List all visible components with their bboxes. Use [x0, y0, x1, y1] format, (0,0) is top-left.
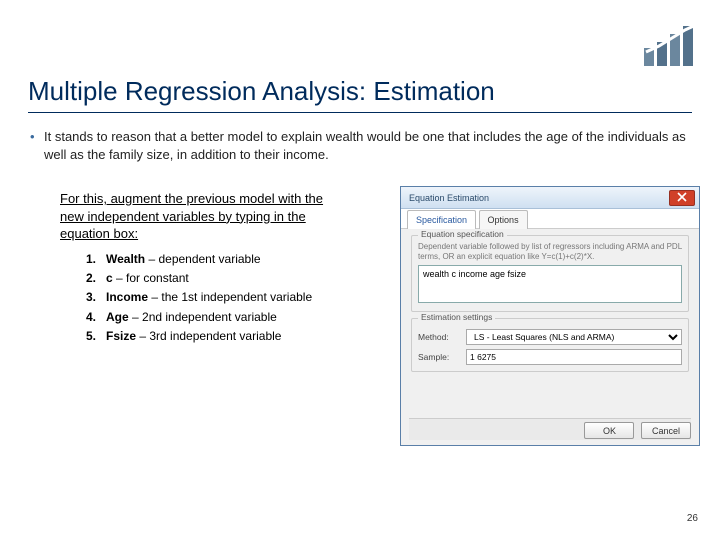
variable-list: 1.Wealth – dependent variable 2.c – for …: [86, 250, 312, 346]
close-icon: [677, 192, 687, 202]
close-button[interactable]: [669, 190, 695, 206]
tab-specification[interactable]: Specification: [407, 210, 476, 229]
intro-bullet: It stands to reason that a better model …: [44, 128, 692, 163]
dialog-tabs: Specification Options: [401, 209, 699, 229]
tab-options[interactable]: Options: [479, 210, 528, 229]
list-item: 3.Income – the 1st independent variable: [86, 288, 312, 307]
slide-logo: [642, 22, 702, 70]
list-item: 5.Fsize – 3rd independent variable: [86, 327, 312, 346]
dialog-title: Equation Estimation: [409, 193, 489, 203]
sample-label: Sample:: [418, 352, 462, 362]
dialog-button-row: OK Cancel: [409, 418, 691, 440]
list-item: 2.c – for constant: [86, 269, 312, 288]
method-select[interactable]: LS - Least Squares (NLS and ARMA): [466, 329, 682, 345]
page-number: 26: [687, 513, 698, 524]
sample-input[interactable]: [466, 349, 682, 365]
title-rule: [28, 112, 692, 113]
cancel-button[interactable]: Cancel: [641, 422, 691, 439]
instruction-text: For this, augment the previous model wit…: [60, 190, 340, 243]
equation-input[interactable]: wealth c income age fsize: [418, 265, 682, 303]
ok-button[interactable]: OK: [584, 422, 634, 439]
equation-spec-group: Equation specification Dependent variabl…: [411, 235, 689, 312]
dialog-titlebar: Equation Estimation: [401, 187, 699, 209]
equation-hint: Dependent variable followed by list of r…: [418, 242, 682, 261]
list-item: 1.Wealth – dependent variable: [86, 250, 312, 269]
estimation-settings-group: Estimation settings Method: LS - Least S…: [411, 318, 689, 372]
list-item: 4.Age – 2nd independent variable: [86, 308, 312, 327]
equation-estimation-dialog: Equation Estimation Specification Option…: [400, 186, 700, 446]
slide-title: Multiple Regression Analysis: Estimation: [28, 76, 495, 107]
method-label: Method:: [418, 332, 462, 342]
